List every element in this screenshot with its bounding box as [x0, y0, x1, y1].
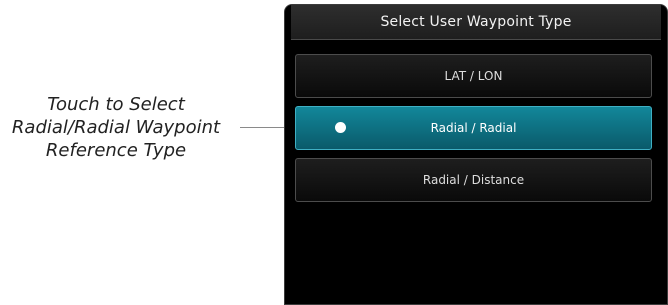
radial-distance-button[interactable]: Radial / Distance	[295, 158, 652, 202]
callout-line-1: Touch to Select	[47, 94, 185, 115]
callout-pointer-dot	[335, 122, 346, 133]
callout-annotation: Touch to Select Radial/Radial Waypoint R…	[0, 93, 232, 162]
select-user-waypoint-type-dialog: Select User Waypoint Type LAT / LON Radi…	[284, 4, 668, 305]
lat-lon-button[interactable]: LAT / LON	[295, 54, 652, 98]
callout-line-3: Reference Type	[45, 140, 187, 161]
callout-line-2: Radial/Radial Waypoint	[11, 117, 221, 138]
radial-radial-button[interactable]: Radial / Radial	[295, 106, 652, 150]
dialog-title: Select User Waypoint Type	[291, 5, 661, 40]
